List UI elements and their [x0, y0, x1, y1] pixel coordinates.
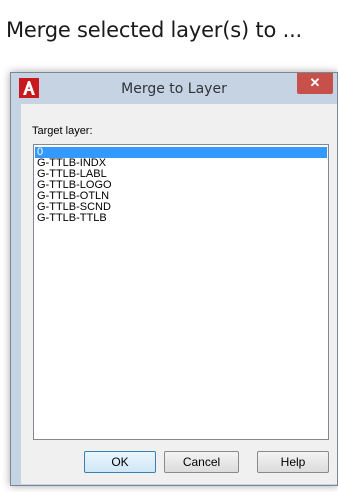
layer-listbox[interactable]: 0 G-TTLB-INDX G-TTLB-LABL G-TTLB-LOGO G-…: [33, 144, 329, 440]
dialog-titlebar[interactable]: Merge to Layer ✕: [11, 73, 337, 103]
list-item-layer-g-ttlb-ttlb[interactable]: G-TTLB-TTLB: [35, 213, 327, 224]
tooltip-headline: Merge selected layer(s) to ...: [6, 18, 303, 42]
dialog-title: Merge to Layer: [121, 81, 227, 97]
merge-to-layer-dialog: Merge to Layer ✕ Target layer: 0 G-TTLB-…: [10, 72, 338, 486]
close-icon: ✕: [309, 75, 321, 90]
close-button[interactable]: ✕: [297, 73, 333, 94]
page: Merge selected layer(s) to ... Merge to …: [0, 0, 338, 492]
cancel-button[interactable]: Cancel: [164, 451, 239, 473]
ok-button[interactable]: OK: [84, 451, 156, 473]
help-button[interactable]: Help: [257, 451, 329, 473]
target-layer-label: Target layer:: [32, 125, 93, 137]
dialog-client-area: Target layer: 0 G-TTLB-INDX G-TTLB-LABL …: [21, 104, 337, 484]
